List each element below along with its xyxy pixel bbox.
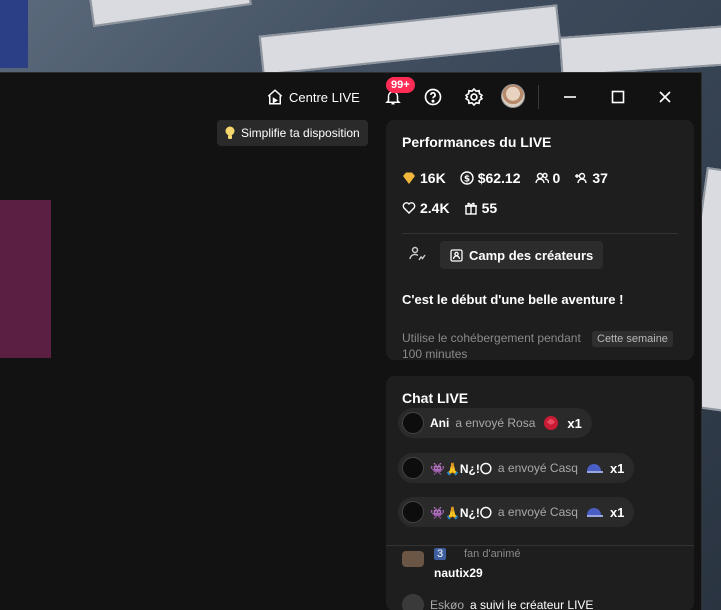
viewers-value: 0 (552, 170, 561, 186)
chat-username[interactable]: nautix29 (434, 566, 483, 580)
gifters-value: 55 (481, 200, 498, 216)
viewers-stat[interactable]: 0 (534, 170, 561, 186)
avatar[interactable] (402, 501, 424, 523)
gift-verb: a envoyé Rosa (455, 416, 536, 430)
gift-count: x1 (609, 504, 625, 520)
follower-name[interactable]: Eskøo (430, 598, 464, 610)
creator-camp-button[interactable]: Camp des créateurs (440, 241, 604, 269)
chat-divider (386, 545, 694, 546)
new-followers-value: 37 (592, 170, 608, 186)
follow-text: a suivi le créateur LIVE (470, 598, 594, 610)
lightbulb-icon (225, 126, 235, 139)
performance-divider (402, 233, 678, 234)
minimize-icon (564, 96, 576, 98)
gift-message[interactable]: 👾🙏N¿!〇 a envoyé Casq x1 (398, 497, 635, 527)
svg-text:$: $ (464, 175, 470, 185)
user-avatar[interactable] (501, 84, 525, 108)
gift-sender-name[interactable]: 👾🙏N¿!〇 (430, 504, 492, 521)
live-center-button[interactable]: Centre LIVE (266, 85, 360, 109)
follow-event[interactable]: Eskøo a suivi le créateur LIVE (402, 594, 593, 610)
diamond-icon (403, 172, 415, 184)
creator-camp-label: Camp des créateurs (469, 247, 594, 263)
avatar[interactable] (402, 594, 424, 610)
rose-icon (544, 416, 559, 430)
creator-camp-icon (450, 248, 463, 262)
trending-user-icon[interactable] (408, 245, 426, 263)
live-center-label: Centre LIVE (289, 89, 360, 105)
cap-icon (586, 464, 603, 473)
likes-stat[interactable]: 2.4K (402, 200, 450, 216)
help-button[interactable] (421, 85, 445, 109)
avatar[interactable] (402, 551, 424, 567)
gift-sender-name[interactable]: Ani (430, 416, 449, 430)
gifters-stat[interactable]: 55 (464, 200, 498, 216)
fan-club-label: fan d'animé (464, 548, 521, 560)
new-followers-stat[interactable]: 37 (574, 170, 608, 186)
avatar[interactable] (402, 412, 424, 434)
gift-sender-name[interactable]: 👾🙏N¿!〇 (430, 460, 492, 477)
gift-icon (464, 202, 477, 215)
close-icon (659, 91, 671, 103)
simplify-layout-tip[interactable]: Simplifie ta disposition (217, 120, 368, 146)
dollar-circle-icon: $ (459, 171, 474, 185)
gift-verb: a envoyé Casq (497, 461, 578, 475)
help-icon (424, 88, 442, 106)
earnings-stat[interactable]: $ $62.12 (459, 170, 521, 186)
close-button[interactable] (652, 85, 678, 109)
tip-label: Simplifie ta disposition (241, 126, 360, 140)
minimize-button[interactable] (557, 85, 583, 109)
adventure-heading: C'est le début d'une belle aventure ! (402, 292, 624, 307)
add-user-icon (575, 172, 588, 184)
gift-message[interactable]: 👾🙏N¿!〇 a envoyé Casq x1 (398, 453, 635, 483)
settings-button[interactable] (462, 85, 486, 109)
live-chat-panel: Chat LIVE Ani a envoyé Rosa x1 👾🙏N¿!〇 a … (386, 376, 694, 610)
diamonds-stat[interactable]: 16K (402, 170, 446, 186)
gift-verb: a envoyé Casq (497, 505, 578, 519)
diamonds-value: 16K (420, 170, 446, 186)
chat-title: Chat LIVE (402, 390, 469, 406)
users-icon (534, 172, 549, 184)
gift-count: x1 (567, 415, 582, 431)
this-week-badge: Cette semaine (592, 331, 673, 347)
fan-level-badge: 3 (434, 548, 447, 560)
live-studio-window: Centre LIVE 99+ Simplifie ta disposition… (0, 72, 702, 610)
home-icon (267, 89, 283, 105)
notifications-badge: 99+ (386, 77, 415, 93)
maximize-icon (611, 90, 625, 104)
gear-icon (464, 87, 484, 107)
cap-icon (586, 508, 603, 517)
avatar[interactable] (402, 457, 424, 479)
titlebar-divider (538, 85, 539, 109)
gift-message[interactable]: Ani a envoyé Rosa x1 (398, 408, 592, 438)
maximize-button[interactable] (605, 85, 631, 109)
performance-title: Performances du LIVE (402, 134, 552, 150)
gift-count: x1 (609, 460, 625, 476)
heart-icon (402, 202, 416, 214)
live-performance-panel: Performances du LIVE 16K $ $62.12 0 37 2… (386, 120, 694, 360)
cohost-task-text: Utilise le cohébergement pendant 100 min… (402, 331, 581, 360)
titlebar: Centre LIVE 99+ (0, 73, 702, 121)
stream-preview (0, 200, 51, 358)
earnings-value: $62.12 (477, 170, 521, 186)
likes-value: 2.4K (420, 200, 450, 216)
